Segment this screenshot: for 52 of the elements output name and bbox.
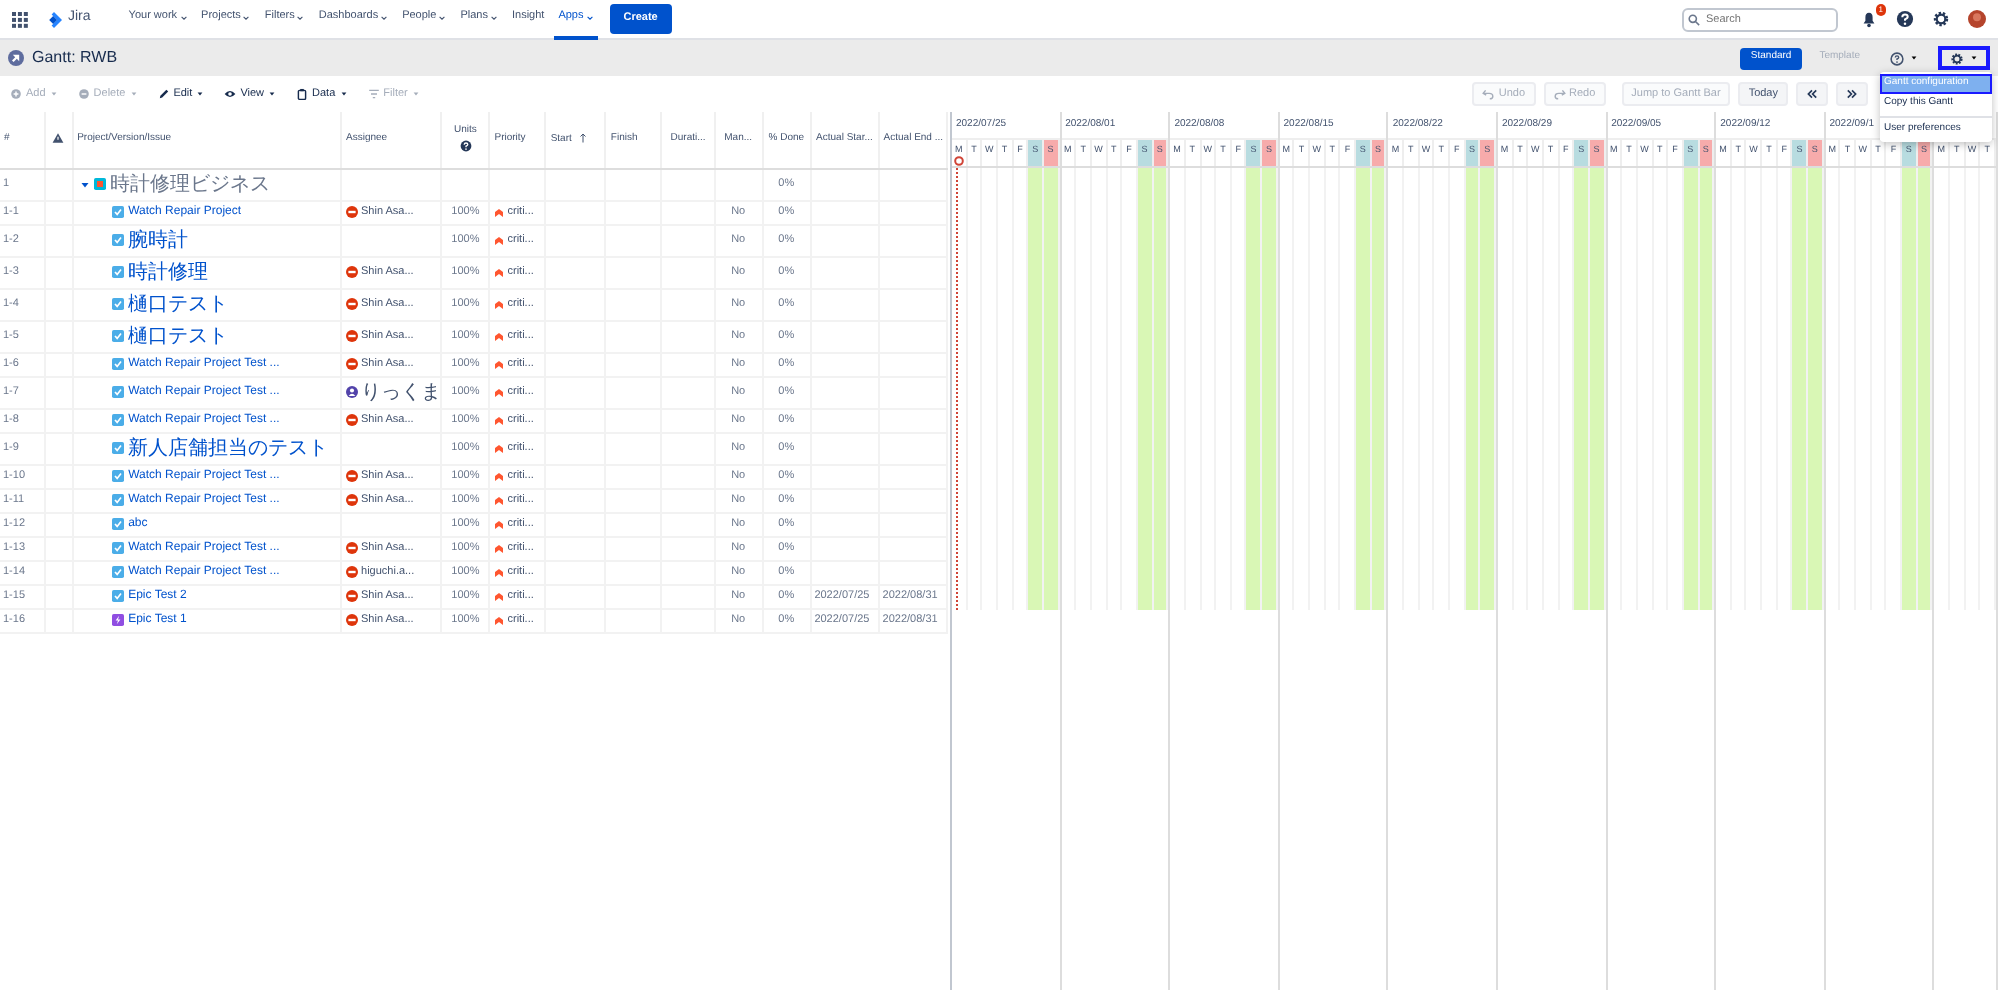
priority-icon <box>493 615 504 625</box>
pencil-icon <box>157 88 170 100</box>
priority-icon <box>493 443 504 453</box>
add-icon <box>10 88 22 100</box>
warning-icon <box>52 131 65 144</box>
double-chevron-left-icon <box>1806 88 1818 100</box>
issue-link[interactable]: 腕時計 <box>128 225 189 254</box>
notification-icon <box>1860 10 1878 28</box>
issue-link[interactable]: 樋口テスト <box>128 289 229 318</box>
expand-toggle[interactable] <box>80 179 91 189</box>
issue-link[interactable]: 樋口テスト <box>128 321 229 350</box>
eye-icon <box>224 88 237 100</box>
priority-icon <box>493 591 504 601</box>
priority-icon <box>493 207 504 217</box>
priority-icon <box>493 331 504 341</box>
filter-icon <box>367 88 380 100</box>
page-title: Gantt: RWB <box>32 46 118 70</box>
priority-icon <box>493 387 504 397</box>
help-icon <box>1890 51 1904 65</box>
priority-icon <box>493 299 504 309</box>
logo-icon <box>46 11 62 27</box>
redo-icon <box>1553 88 1566 100</box>
priority-icon <box>493 495 504 505</box>
avatar-icon <box>1968 10 1986 28</box>
collapse-caret-icon <box>80 179 91 189</box>
app-switcher-icon <box>12 11 28 27</box>
gantt-logo-icon <box>8 50 24 66</box>
undo-icon <box>1482 88 1495 100</box>
scroll-right-button[interactable] <box>1836 82 1868 106</box>
clipboard-icon <box>296 88 309 100</box>
settings-icon <box>1932 10 1950 28</box>
settings-icon <box>1950 51 1964 65</box>
priority-icon <box>493 519 504 529</box>
caret-icon <box>1970 54 1978 62</box>
priority-icon <box>493 235 504 245</box>
scroll-left-button[interactable] <box>1796 82 1828 106</box>
assignee-name: りっくま <box>361 379 440 406</box>
priority-icon <box>493 359 504 369</box>
help-icon <box>459 139 472 152</box>
priority-icon <box>493 543 504 553</box>
help-icon <box>1896 10 1914 28</box>
settings-menu-button[interactable] <box>1938 46 1990 70</box>
delete-icon <box>77 88 90 100</box>
double-chevron-right-icon <box>1846 88 1858 100</box>
priority-icon <box>493 415 504 425</box>
priority-icon <box>493 267 504 277</box>
priority-icon <box>493 567 504 577</box>
issue-link[interactable]: 新人店舗担当のテスト <box>128 433 329 462</box>
priority-icon <box>493 471 504 481</box>
caret-icon <box>1910 54 1918 62</box>
issue-link[interactable]: 時計修理 <box>128 257 209 286</box>
project-name: 時計修理ビジネス <box>110 171 271 198</box>
